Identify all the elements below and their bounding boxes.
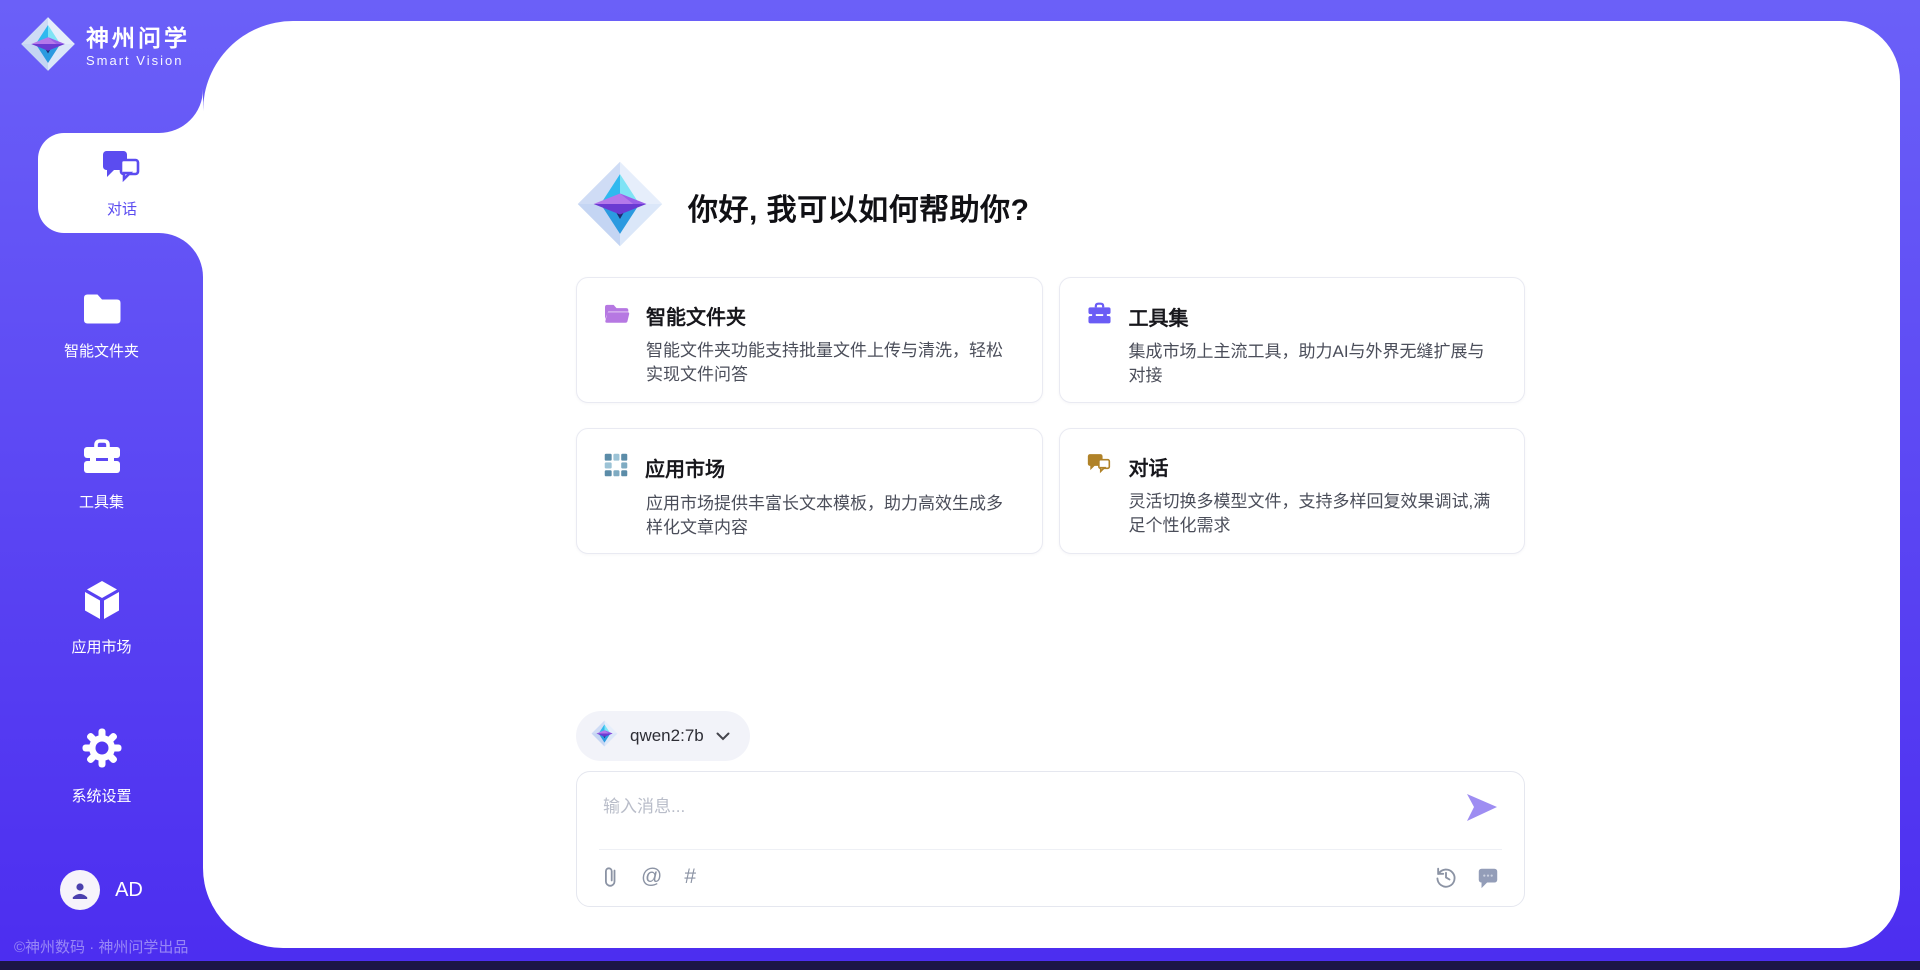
user-name: AD — [115, 879, 143, 902]
card-title: 应用市场 — [645, 453, 725, 482]
brand-name: 神州问学 — [86, 25, 190, 51]
composer-divider — [599, 849, 1502, 850]
gear-icon — [79, 725, 125, 776]
sidebar-item-label: 对话 — [107, 198, 137, 219]
window-bottom-edge — [0, 961, 1920, 970]
mention-icon[interactable]: @ — [641, 864, 662, 890]
sidebar-item-chat[interactable]: 对话 — [38, 133, 206, 233]
composer-toolbar: @ # — [601, 864, 1500, 890]
brand: 神州问学 Smart Vision — [20, 16, 190, 77]
folder-icon — [603, 302, 630, 330]
card-description: 灵活切换多模型文件，支持多样回复效果调试,满足个性化需求 — [1129, 490, 1499, 538]
sidebar-item-label: 系统设置 — [71, 785, 131, 806]
brand-logo-diamond-icon — [20, 16, 76, 77]
sidebar-item-label: 智能文件夹 — [64, 340, 139, 361]
card-title: 对话 — [1129, 452, 1169, 481]
sidebar-item-label: 工具集 — [79, 491, 124, 512]
assistant-diamond-icon — [576, 160, 664, 253]
sidebar: 神州问学 Smart Vision 对话 智能文件夹 — [0, 0, 203, 970]
model-selector[interactable]: qwen2:7b — [576, 711, 750, 761]
card-smart-folder[interactable]: 智能文件夹 智能文件夹功能支持批量文件上传与清洗，轻松实现文件问答 — [576, 277, 1043, 403]
card-description: 智能文件夹功能支持批量文件上传与清洗，轻松实现文件问答 — [646, 339, 1016, 387]
card-app-market[interactable]: 应用市场 应用市场提供丰富长文本模板，助力高效生成多样化文章内容 — [576, 428, 1043, 554]
chevron-down-icon — [716, 732, 730, 741]
chat-bubbles-icon — [1086, 452, 1113, 481]
greeting: 你好, 我可以如何帮助你? — [576, 160, 1030, 253]
copyright-text: ©神州数码 · 神州问学出品 — [14, 936, 188, 957]
cube-icon — [80, 578, 124, 627]
apps-grid-icon — [603, 452, 629, 483]
greeting-text: 你好, 我可以如何帮助你? — [688, 185, 1030, 229]
model-name: qwen2:7b — [630, 726, 704, 746]
message-composer: @ # — [576, 771, 1525, 907]
card-description: 应用市场提供丰富长文本模板，助力高效生成多样化文章内容 — [646, 492, 1016, 540]
chat-bubbles-icon — [100, 148, 144, 191]
card-toolset[interactable]: 工具集 集成市场上主流工具，助力AI与外界无缝扩展与对接 — [1059, 277, 1526, 403]
card-chat[interactable]: 对话 灵活切换多模型文件，支持多样回复效果调试,满足个性化需求 — [1059, 428, 1526, 554]
card-title: 工具集 — [1129, 302, 1189, 331]
feedback-chat-icon[interactable] — [1476, 865, 1500, 889]
feature-cards: 智能文件夹 智能文件夹功能支持批量文件上传与清洗，轻松实现文件问答 工具集 集成… — [576, 277, 1525, 554]
folder-icon — [81, 290, 123, 331]
message-input[interactable] — [601, 790, 1425, 846]
user-profile[interactable]: AD — [0, 870, 203, 910]
sidebar-item-app-market[interactable]: 应用市场 — [0, 578, 203, 657]
sidebar-item-label: 应用市场 — [71, 636, 131, 657]
sidebar-item-toolset[interactable]: 工具集 — [0, 437, 203, 512]
attachment-icon[interactable] — [601, 865, 619, 889]
model-diamond-icon — [591, 720, 618, 752]
history-icon[interactable] — [1434, 865, 1458, 889]
card-title: 智能文件夹 — [646, 301, 746, 330]
active-tab-fillet-bottom — [159, 233, 203, 277]
brand-subtitle: Smart Vision — [86, 53, 190, 68]
active-tab-fillet-top — [159, 89, 203, 133]
card-description: 集成市场上主流工具，助力AI与外界无缝扩展与对接 — [1129, 340, 1499, 388]
toolbox-icon — [1086, 301, 1113, 331]
send-icon[interactable] — [1466, 794, 1498, 826]
sidebar-item-smart-folder[interactable]: 智能文件夹 — [0, 290, 203, 361]
sidebar-item-settings[interactable]: 系统设置 — [0, 725, 203, 806]
hashtag-icon[interactable]: # — [684, 864, 696, 890]
avatar — [60, 870, 100, 910]
toolbox-icon — [80, 437, 124, 482]
